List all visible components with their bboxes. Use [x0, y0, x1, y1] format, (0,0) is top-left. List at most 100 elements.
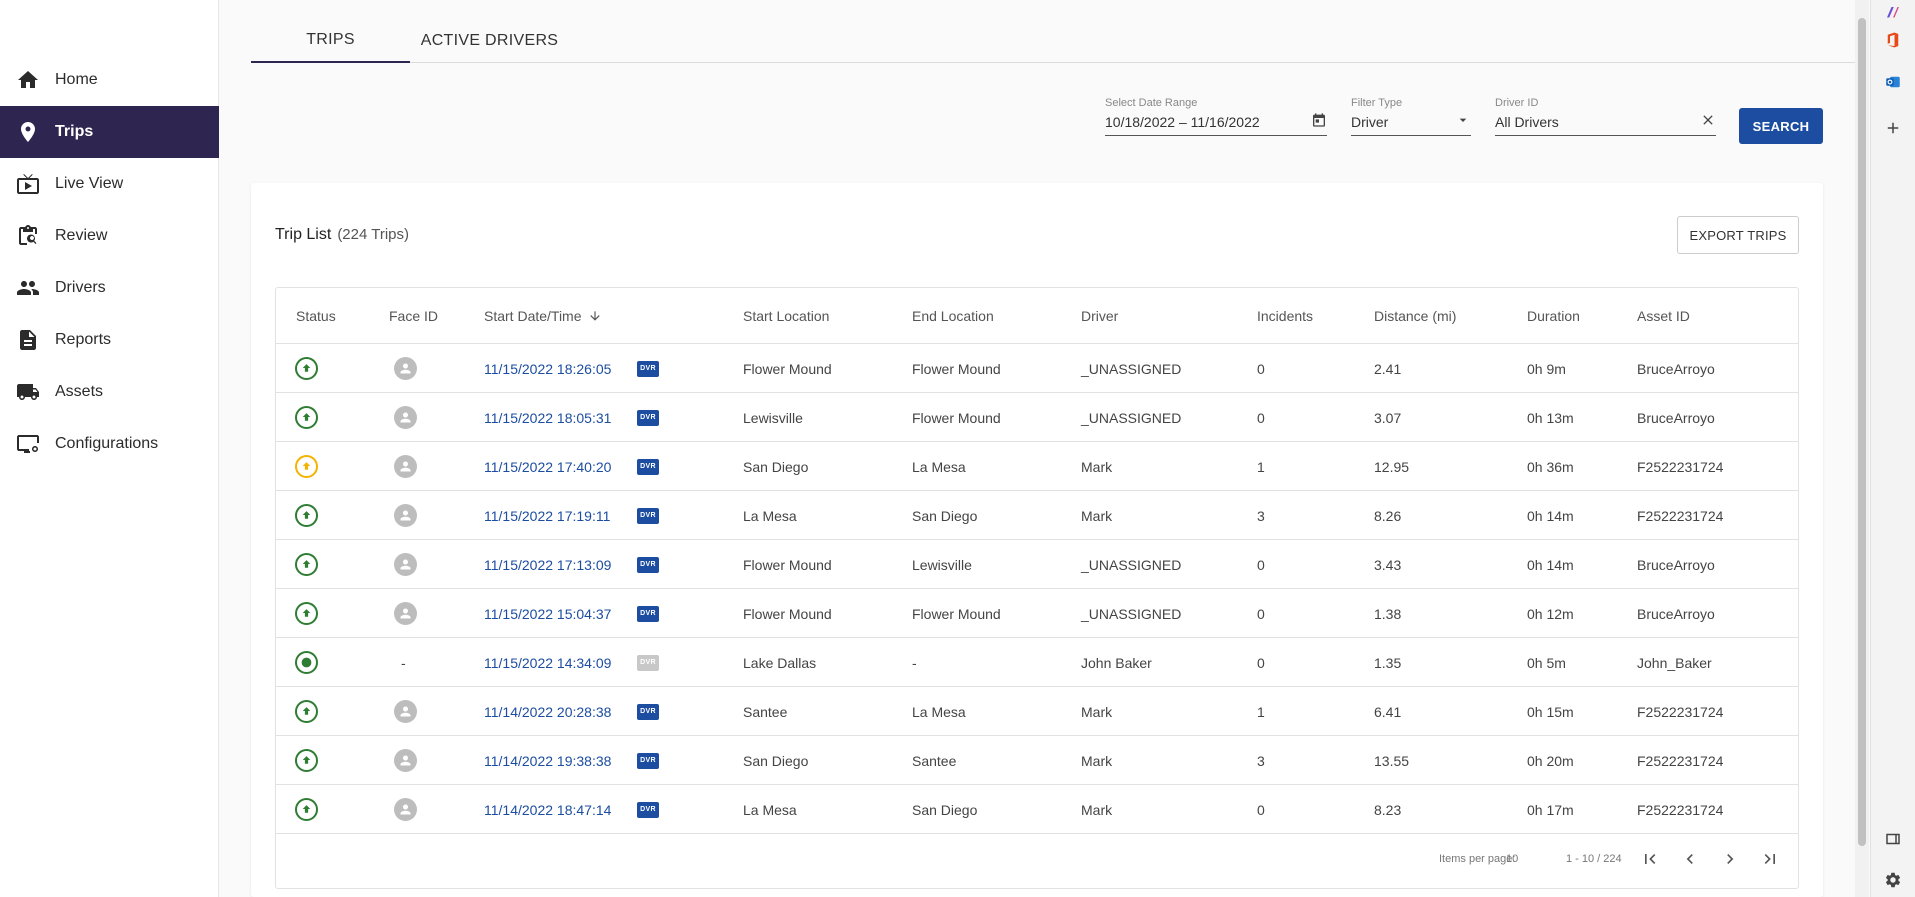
- start-location-cell: Santee: [743, 703, 788, 720]
- review-search-icon: [15, 223, 41, 249]
- table-row[interactable]: 11/14/2022 18:47:14 DVR La Mesa San Diego Ma…: [276, 785, 1798, 834]
- dvr-cell[interactable]: DVR: [637, 785, 659, 834]
- page-scrollbar[interactable]: [1855, 0, 1869, 897]
- dvr-badge-icon[interactable]: DVR: [637, 556, 659, 573]
- dvr-cell[interactable]: DVR: [637, 442, 659, 491]
- avatar-icon: [394, 504, 417, 527]
- clear-icon[interactable]: [1700, 112, 1716, 131]
- col-incidents[interactable]: Incidents: [1257, 288, 1313, 344]
- tab-trips[interactable]: TRIPS: [251, 18, 410, 63]
- start-time-link[interactable]: 11/15/2022 14:34:09: [484, 638, 611, 687]
- copilot-icon[interactable]: [1882, 2, 1904, 24]
- driver-cell: _UNASSIGNED: [1081, 605, 1182, 622]
- dvr-cell[interactable]: DVR: [637, 638, 659, 687]
- sidebar-item-home[interactable]: Home: [0, 54, 219, 106]
- table-row[interactable]: 11/15/2022 15:04:37 DVR Flower Mound Flower…: [276, 589, 1798, 638]
- start-time-link[interactable]: 11/14/2022 19:38:38: [484, 736, 611, 785]
- date-range-field[interactable]: Select Date Range 10/18/2022 – 11/16/202…: [1105, 96, 1327, 136]
- next-page-icon[interactable]: [1717, 846, 1743, 872]
- main-content: TRIPS ACTIVE DRIVERS Select Date Range 1…: [220, 0, 1855, 897]
- col-start-location[interactable]: Start Location: [743, 288, 829, 344]
- dvr-badge-icon[interactable]: DVR: [637, 409, 659, 426]
- col-end-location[interactable]: End Location: [912, 288, 994, 344]
- start-location-cell: Lake Dallas: [743, 654, 817, 671]
- sidebar-item-drivers[interactable]: Drivers: [0, 262, 219, 314]
- table-row[interactable]: 11/14/2022 19:38:38 DVR San Diego Santee Mar…: [276, 736, 1798, 785]
- col-asset-id[interactable]: Asset ID: [1637, 288, 1690, 344]
- col-duration[interactable]: Duration: [1527, 288, 1580, 344]
- dvr-badge-icon[interactable]: DVR: [637, 801, 659, 818]
- col-driver[interactable]: Driver: [1081, 288, 1118, 344]
- incidents-cell: 0: [1257, 409, 1265, 426]
- end-location-cell: Flower Mound: [912, 360, 1001, 377]
- table-row[interactable]: 11/15/2022 17:40:20 DVR San Diego La Mesa Ma…: [276, 442, 1798, 491]
- start-time-link[interactable]: 11/15/2022 18:05:31: [484, 393, 611, 442]
- dvr-cell[interactable]: DVR: [637, 393, 659, 442]
- dvr-badge-icon[interactable]: DVR: [637, 703, 659, 720]
- start-time-link[interactable]: 11/14/2022 18:47:14: [484, 785, 611, 834]
- export-trips-button[interactable]: EXPORT TRIPS: [1677, 216, 1799, 254]
- tab-active-drivers[interactable]: ACTIVE DRIVERS: [410, 18, 569, 63]
- col-status[interactable]: Status: [296, 288, 336, 344]
- dvr-cell[interactable]: DVR: [637, 344, 659, 393]
- dvr-cell[interactable]: DVR: [637, 491, 659, 540]
- outlook-icon[interactable]: [1882, 71, 1904, 93]
- sidebar-item-trips[interactable]: Trips: [0, 106, 219, 158]
- dvr-badge-icon[interactable]: DVR: [637, 654, 659, 671]
- sidebar-item-review[interactable]: Review: [0, 210, 219, 262]
- dvr-cell[interactable]: DVR: [637, 540, 659, 589]
- search-button[interactable]: SEARCH: [1739, 108, 1823, 144]
- sidebar-item-configurations[interactable]: Configurations: [0, 418, 219, 470]
- dvr-cell[interactable]: DVR: [637, 687, 659, 736]
- col-start-date-time[interactable]: Start Date/Time: [484, 288, 602, 344]
- sidebar-item-reports[interactable]: Reports: [0, 314, 219, 366]
- driver-cell: Mark: [1081, 458, 1113, 475]
- table-row[interactable]: 11/15/2022 18:05:31 DVR Lewisville Flower M…: [276, 393, 1798, 442]
- dvr-badge-icon[interactable]: DVR: [637, 458, 659, 475]
- add-icon[interactable]: [1882, 117, 1904, 139]
- table-row[interactable]: 11/15/2022 17:13:09 DVR Flower Mound Lewisv…: [276, 540, 1798, 589]
- status-cell: [295, 540, 318, 589]
- dvr-cell[interactable]: DVR: [637, 589, 659, 638]
- scrollbar-thumb[interactable]: [1858, 18, 1866, 846]
- distance-cell: 8.26: [1374, 507, 1402, 524]
- items-per-page-select[interactable]: 10: [1506, 853, 1518, 865]
- start-time-link[interactable]: 11/15/2022 17:40:20: [484, 442, 611, 491]
- table-row[interactable]: - 11/15/2022 14:34:09 DVR Lake Dallas - John …: [276, 638, 1798, 687]
- start-time-link[interactable]: 11/15/2022 17:13:09: [484, 540, 611, 589]
- asset-id-cell: F2522231724: [1637, 752, 1724, 769]
- start-time-link[interactable]: 11/14/2022 20:28:38: [484, 687, 611, 736]
- dvr-badge-icon[interactable]: DVR: [637, 360, 659, 377]
- start-time-link[interactable]: 11/15/2022 18:26:05: [484, 344, 611, 393]
- table-row[interactable]: 11/15/2022 17:19:11 DVR La Mesa San Diego Ma…: [276, 491, 1798, 540]
- last-page-icon[interactable]: [1757, 846, 1783, 872]
- face-id-value: -: [401, 654, 406, 671]
- trip-status-ok-icon: [295, 406, 318, 429]
- table-row[interactable]: 11/15/2022 18:26:05 DVR Flower Mound Flower…: [276, 344, 1798, 393]
- asset-id-cell: F2522231724: [1637, 801, 1724, 818]
- start-time-link[interactable]: 11/15/2022 15:04:37: [484, 589, 611, 638]
- office-icon[interactable]: [1882, 29, 1904, 51]
- dvr-badge-icon[interactable]: DVR: [637, 752, 659, 769]
- dvr-cell[interactable]: DVR: [637, 736, 659, 785]
- dvr-badge-icon[interactable]: DVR: [637, 507, 659, 524]
- filter-type-select[interactable]: Filter Type Driver: [1351, 96, 1471, 136]
- calendar-icon[interactable]: [1311, 112, 1327, 131]
- col-distance[interactable]: Distance (mi): [1374, 288, 1456, 344]
- col-face-id[interactable]: Face ID: [389, 288, 438, 344]
- col-start-date-time-label: Start Date/Time: [484, 308, 582, 324]
- driver-id-field[interactable]: Driver ID All Drivers: [1495, 96, 1716, 136]
- sidebar-toggle-icon[interactable]: [1882, 828, 1904, 850]
- previous-page-icon[interactable]: [1677, 846, 1703, 872]
- home-icon: [15, 67, 41, 93]
- sidebar-item-live-view[interactable]: Live View: [0, 158, 219, 210]
- dvr-badge-icon[interactable]: DVR: [637, 605, 659, 622]
- table-row[interactable]: 11/14/2022 20:28:38 DVR Santee La Mesa Mark 1…: [276, 687, 1798, 736]
- start-time-link[interactable]: 11/15/2022 17:19:11: [484, 491, 610, 540]
- asset-id-cell: BruceArroyo: [1637, 409, 1715, 426]
- first-page-icon[interactable]: [1637, 846, 1663, 872]
- incidents-cell: 3: [1257, 507, 1265, 524]
- gear-icon[interactable]: [1882, 869, 1904, 891]
- asset-id-cell: BruceArroyo: [1637, 556, 1715, 573]
- sidebar-item-assets[interactable]: Assets: [0, 366, 219, 418]
